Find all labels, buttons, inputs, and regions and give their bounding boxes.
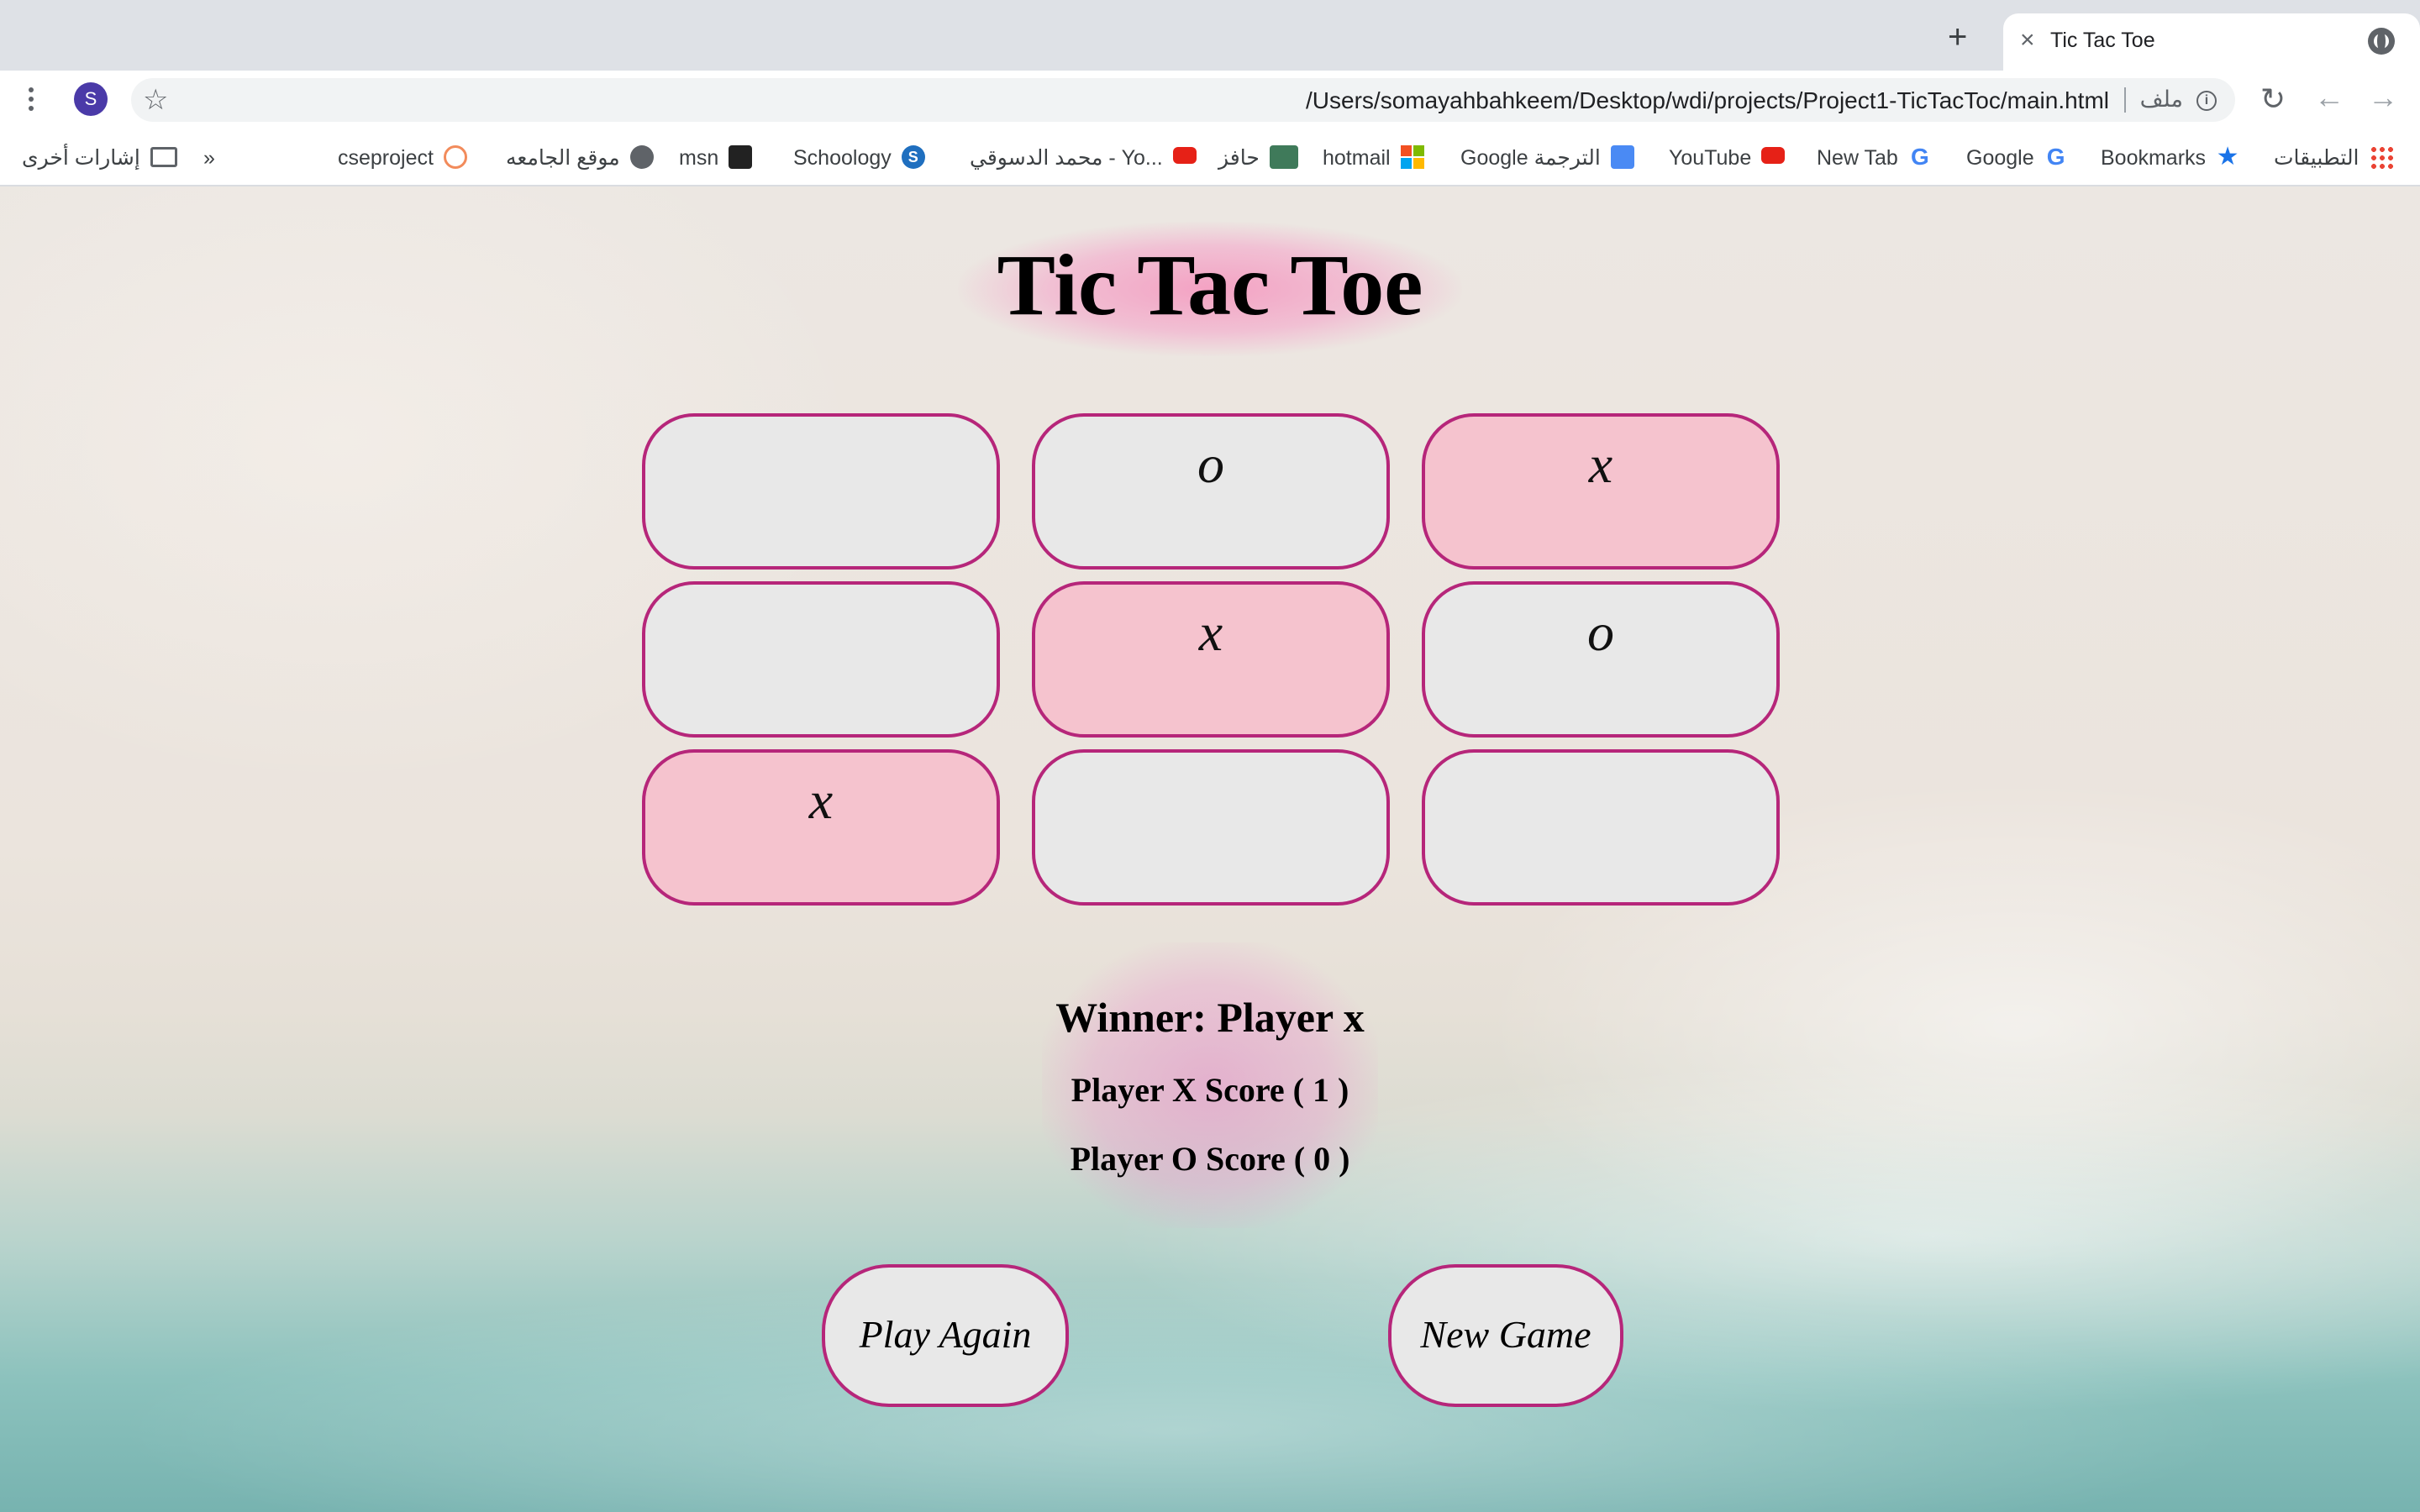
- bookmark-msn[interactable]: msn: [679, 141, 753, 175]
- cseproject-icon: [443, 145, 467, 170]
- bookmark-apps[interactable]: التطبيقات: [2274, 141, 2393, 175]
- youtube-icon: [1172, 147, 1197, 165]
- winner-text: Winner: Player x: [1055, 994, 1365, 1041]
- cell-mark: o: [1587, 602, 1614, 662]
- new-tab-button[interactable]: +: [1948, 20, 1967, 54]
- board-cell-9[interactable]: [1422, 749, 1780, 906]
- board-cell-4[interactable]: [642, 581, 1000, 738]
- globe-icon: [2368, 28, 2395, 55]
- bookmark-label: YouTube: [1669, 146, 1752, 170]
- globe-icon: [629, 145, 654, 170]
- cell-mark: o: [1197, 434, 1224, 494]
- bookmark-label: Schoology: [793, 146, 892, 170]
- player-x-score: Player X Score ( 1 ): [1071, 1071, 1349, 1109]
- microsoft-icon: [1400, 145, 1424, 170]
- bookmark-label: حافز: [1218, 146, 1260, 170]
- menu-dots-icon[interactable]: [29, 87, 35, 113]
- cell-mark: x: [808, 770, 834, 830]
- translate-icon: [1610, 145, 1634, 170]
- board-cell-3[interactable]: x: [1422, 413, 1780, 570]
- bookmarks-overflow-chevron-icon[interactable]: »: [203, 141, 215, 175]
- cell-mark: x: [1198, 602, 1223, 662]
- bookmark-hotmail[interactable]: hotmail: [1323, 141, 1424, 175]
- bookmark-label: التطبيقات: [2274, 146, 2360, 170]
- youtube-icon: [1761, 147, 1786, 165]
- bookmark-label: محمد الدسوقي - Yo...: [970, 146, 1163, 170]
- bookmark-schoology[interactable]: Schoology S: [793, 141, 925, 175]
- board-cell-6[interactable]: o: [1422, 581, 1780, 738]
- avatar[interactable]: S: [74, 82, 108, 116]
- bookmark-label: cseproject: [338, 146, 434, 170]
- page-title: Tic Tac Toe: [997, 237, 1423, 333]
- msn-icon: [729, 145, 753, 170]
- play-again-button[interactable]: Play Again: [822, 1264, 1069, 1407]
- cell-mark: x: [1588, 434, 1613, 494]
- board-cell-1[interactable]: [642, 413, 1000, 570]
- forward-arrow-icon[interactable]: →: [2368, 81, 2398, 114]
- bookmark-label: Google: [1966, 146, 2034, 170]
- board-cell-5[interactable]: x: [1032, 581, 1390, 738]
- reload-icon[interactable]: ↻: [2260, 82, 2286, 116]
- bookmark-translate[interactable]: Google الترجمة: [1460, 141, 1634, 175]
- game-board: o x x o x: [642, 413, 1780, 926]
- browser-toolbar: S ☆ /Users/somayahbahkeem/Desktop/wdi/pr…: [0, 71, 2420, 129]
- bookmark-bookmarks[interactable]: Bookmarks ★: [2101, 141, 2239, 175]
- google-icon: G: [1910, 144, 1929, 171]
- other-bookmarks-label: إشارات أخرى: [22, 146, 140, 170]
- board-cell-7[interactable]: x: [642, 749, 1000, 906]
- file-label: ملف: [2139, 87, 2183, 112]
- bookmark-star-icon[interactable]: ☆: [143, 83, 168, 117]
- bookmark-university[interactable]: موقع الجامعه: [506, 141, 654, 175]
- tab-close-icon[interactable]: ×: [2020, 27, 2035, 54]
- google-icon: G: [2046, 144, 2065, 171]
- info-icon[interactable]: i: [2196, 91, 2217, 111]
- bookmark-label: Google الترجمة: [1460, 146, 1601, 170]
- page-content: Tic Tac Toe o x x o x Winner: Player x P…: [0, 186, 2420, 1512]
- star-icon: ★: [2216, 143, 2239, 171]
- tab-title: Tic Tac Toe: [2050, 29, 2155, 52]
- board-cell-2[interactable]: o: [1032, 413, 1390, 570]
- tab-strip: + × Tic Tac Toe: [0, 0, 2420, 71]
- bookmark-label: msn: [679, 146, 719, 170]
- player-o-score: Player O Score ( 0 ): [1070, 1140, 1350, 1178]
- tab-active[interactable]: × Tic Tac Toe: [2003, 13, 2420, 71]
- other-bookmarks[interactable]: إشارات أخرى: [22, 141, 177, 175]
- address-bar[interactable]: ☆ /Users/somayahbahkeem/Desktop/wdi/proj…: [131, 78, 2235, 122]
- bookmark-youtube[interactable]: YouTube: [1669, 141, 1786, 175]
- folder-icon: [150, 147, 177, 168]
- bookmark-label: hotmail: [1323, 146, 1391, 170]
- bookmark-label: Bookmarks: [2101, 146, 2207, 170]
- bookmark-hafiz[interactable]: حافز: [1218, 141, 1298, 175]
- board-cell-8[interactable]: [1032, 749, 1390, 906]
- schoology-icon: S: [901, 145, 925, 170]
- bookmark-label: موقع الجامعه: [506, 146, 620, 170]
- back-arrow-icon[interactable]: ←: [2314, 81, 2344, 114]
- bookmark-youtube-channel[interactable]: محمد الدسوقي - Yo...: [970, 141, 1197, 175]
- bookmark-label: New Tab: [1817, 146, 1898, 170]
- hafiz-icon: [1269, 145, 1298, 170]
- apps-grid-icon: [2369, 145, 2393, 170]
- bookmarks-bar: التطبيقات Bookmarks ★ Google G New Tab G Yo…: [0, 129, 2420, 186]
- bookmark-google[interactable]: Google G: [1966, 141, 2068, 175]
- new-game-button[interactable]: New Game: [1388, 1264, 1623, 1407]
- bookmark-new-tab[interactable]: New Tab G: [1817, 141, 1932, 175]
- url-text[interactable]: /Users/somayahbahkeem/Desktop/wdi/projec…: [1306, 87, 2109, 114]
- bookmark-cseproject[interactable]: cseproject: [338, 141, 467, 175]
- url-divider: [2124, 87, 2126, 113]
